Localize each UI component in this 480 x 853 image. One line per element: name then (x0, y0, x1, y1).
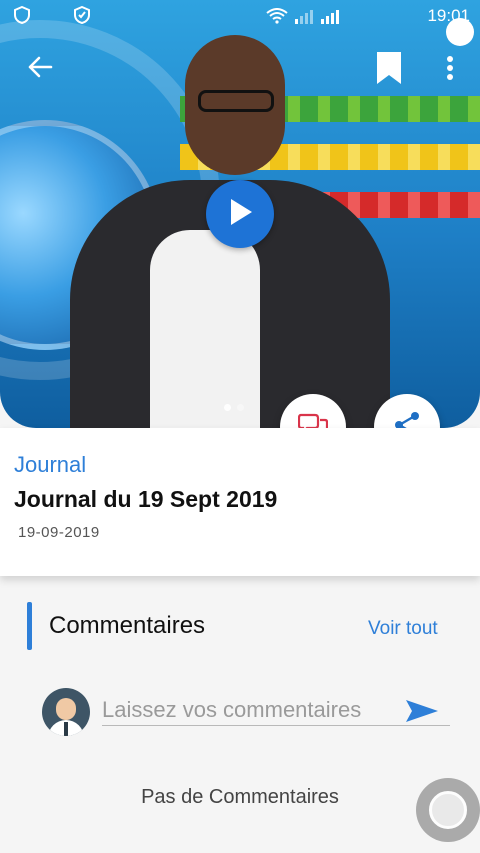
page-dot-active (224, 404, 231, 411)
arrow-left-icon (27, 56, 53, 82)
see-all-link[interactable]: Voir tout (368, 618, 438, 640)
article-date: 19-09-2019 (18, 524, 100, 541)
presenter-shirt (150, 230, 260, 428)
wifi-icon (266, 8, 288, 28)
shield-check-icon (74, 5, 90, 29)
presenter-glasses (198, 90, 274, 112)
send-icon (404, 700, 440, 728)
play-button[interactable] (206, 180, 274, 248)
bookmark-button[interactable] (372, 50, 406, 90)
article-category[interactable]: Journal (14, 452, 86, 478)
status-bar: 19:01 (0, 0, 480, 32)
more-vertical-icon (446, 55, 454, 85)
bookmark-icon (375, 50, 403, 90)
play-icon (225, 196, 255, 232)
section-accent-bar (27, 602, 32, 650)
status-time: 19:01 (427, 6, 470, 25)
page-indicator (224, 404, 244, 411)
back-button[interactable] (20, 52, 60, 86)
page-dot (237, 404, 244, 411)
more-options-button[interactable] (438, 52, 462, 88)
shield-icon (14, 5, 30, 29)
article-card: Journal Journal du 19 Sept 2019 19-09-20… (0, 428, 480, 576)
article-title: Journal du 19 Sept 2019 (14, 486, 278, 512)
send-button[interactable] (404, 698, 444, 726)
empty-comments-text: Pas de Commentaires (141, 786, 339, 808)
assistive-touch-button[interactable] (416, 778, 480, 842)
avatar (42, 688, 90, 736)
comments-heading: Commentaires (49, 612, 206, 639)
signal-icon (294, 8, 314, 28)
signal-icon (320, 8, 340, 28)
circle-icon (429, 791, 467, 829)
comment-input[interactable] (102, 694, 398, 726)
